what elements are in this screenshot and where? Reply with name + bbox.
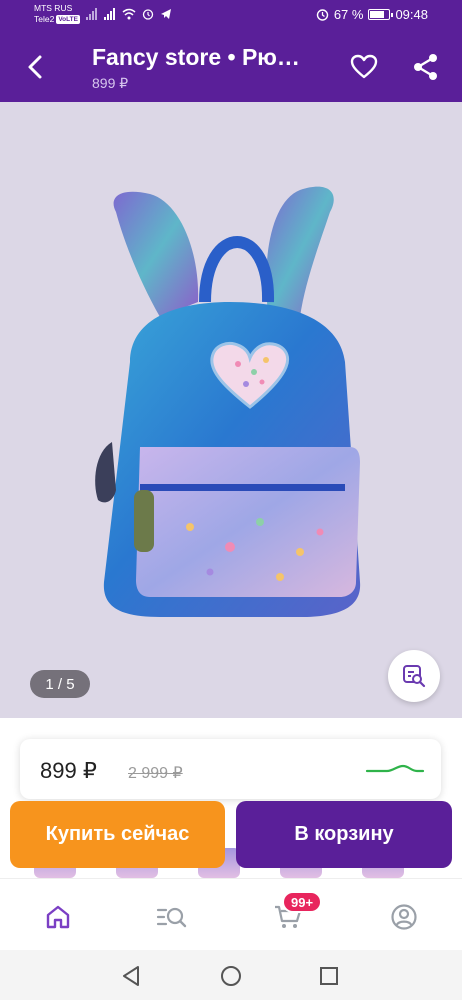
wifi-icon — [122, 8, 136, 20]
system-navigation — [0, 950, 462, 1000]
left-ear — [113, 191, 199, 317]
right-ear — [266, 186, 334, 317]
system-recents-button[interactable] — [316, 963, 342, 989]
triangle-back-icon — [123, 966, 139, 986]
buy-now-button[interactable]: Купить сейчас — [10, 801, 225, 868]
side-zip — [95, 442, 116, 503]
circle-home-icon — [221, 966, 241, 986]
signal-icon — [86, 8, 97, 20]
app-header: Fancy store • Рю… 899 ₽ — [0, 30, 462, 102]
back-arrow-icon — [28, 55, 42, 79]
carrier-1: MTS RUS — [34, 3, 73, 13]
back-button[interactable] — [18, 50, 52, 84]
system-back-button[interactable] — [118, 963, 144, 989]
carrier-info: MTS RUS Tele2 VoLTE — [34, 3, 80, 25]
front-pocket — [136, 447, 360, 597]
product-image — [95, 186, 361, 617]
price-card: 899 ₽ 2 999 ₽ — [20, 739, 441, 799]
app-screen: MTS RUS Tele2 VoLTE 67 % 09:48 Fancy sto… — [0, 0, 462, 1000]
home-icon — [46, 905, 70, 929]
alarm-clock-icon — [316, 9, 329, 21]
bottom-navigation: 99+ — [0, 878, 462, 950]
status-right: 67 % 09:48 — [316, 7, 428, 22]
volte-badge: VoLTE — [56, 15, 80, 24]
header-price: 899 ₽ — [92, 75, 129, 91]
square-recents-icon — [320, 967, 338, 985]
battery-percent: 67 % — [333, 7, 364, 22]
catalog-search-icon — [156, 907, 187, 928]
signal-icon-2 — [104, 8, 115, 20]
telegram-icon — [161, 9, 171, 19]
alarm-icon — [142, 9, 154, 20]
favorite-button[interactable] — [346, 50, 382, 84]
handle — [199, 236, 275, 303]
nav-profile[interactable] — [384, 897, 424, 937]
battery-icon — [368, 9, 394, 20]
system-home-button[interactable] — [218, 963, 244, 989]
share-button[interactable] — [408, 50, 444, 84]
gallery-counter: 1 / 5 — [30, 670, 90, 698]
nav-home[interactable] — [38, 897, 78, 937]
battery-fill — [370, 11, 384, 18]
heart-icon — [350, 54, 378, 79]
profile-icon — [391, 904, 417, 930]
visual-search-button[interactable] — [388, 650, 440, 702]
zip-pull — [134, 490, 154, 552]
clock: 09:48 — [395, 7, 428, 22]
current-price: 899 ₽ — [40, 758, 97, 783]
carrier-2: Tele2 — [34, 14, 55, 24]
status-bar: MTS RUS Tele2 VoLTE 67 % 09:48 — [0, 0, 462, 30]
share-icon — [414, 54, 437, 80]
pocket-zip — [140, 484, 345, 491]
price-trend-icon[interactable] — [365, 761, 425, 777]
status-icons — [86, 8, 172, 20]
add-to-cart-button[interactable]: В корзину — [236, 801, 452, 868]
old-price: 2 999 ₽ — [128, 765, 183, 782]
cart-count-badge: 99+ — [282, 891, 323, 913]
nav-catalog[interactable] — [152, 897, 192, 937]
page-title: Fancy store • Рю… — [92, 44, 300, 70]
visual-search-icon — [403, 665, 426, 688]
product-gallery[interactable]: 1 / 5 — [0, 102, 462, 718]
